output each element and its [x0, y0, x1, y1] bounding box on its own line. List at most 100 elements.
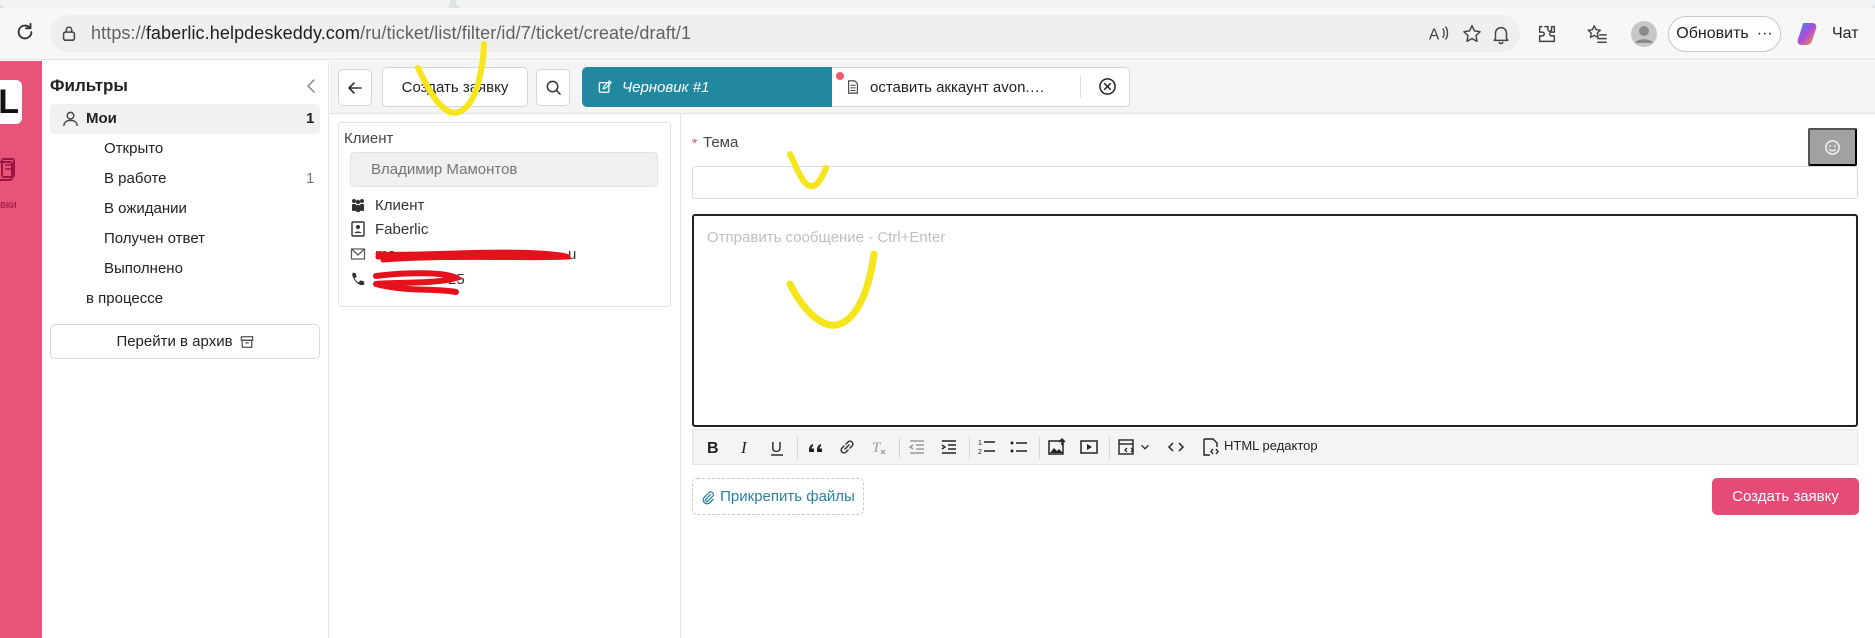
filter-item-done[interactable]: Выполнено — [104, 260, 183, 277]
insert-video-icon[interactable] — [1078, 436, 1100, 458]
source-code-icon[interactable] — [1165, 436, 1187, 458]
document-icon — [846, 79, 860, 95]
tab-other-ticket[interactable]: оставить аккаунт avon.… — [832, 67, 1130, 107]
archive-label: Перейти в архив — [116, 333, 233, 350]
clear-format-icon[interactable]: T — [868, 436, 890, 458]
back-button[interactable] — [338, 69, 372, 106]
filter-item-in-work[interactable]: В работе — [104, 170, 167, 187]
link-icon[interactable] — [836, 436, 858, 458]
chevron-down-icon[interactable] — [1138, 436, 1152, 458]
lock-icon[interactable] — [60, 24, 78, 42]
tickets-nav-icon[interactable] — [0, 158, 16, 182]
attach-files-button[interactable]: Прикрепить файлы — [692, 478, 864, 515]
outdent-icon[interactable] — [906, 436, 928, 458]
browser-tab[interactable] — [0, 0, 450, 8]
html-editor-label[interactable]: HTML редактор — [1224, 438, 1318, 453]
create-ticket-submit-button[interactable]: Создать заявку — [1712, 478, 1859, 515]
extensions-icon[interactable] — [1536, 23, 1558, 45]
search-button[interactable] — [536, 69, 570, 106]
svg-text:B: B — [707, 440, 719, 457]
close-circle-icon[interactable] — [1098, 77, 1117, 96]
emoji-button[interactable] — [1808, 128, 1857, 166]
svg-text:1: 1 — [978, 440, 982, 447]
code-view-icon[interactable] — [1116, 436, 1138, 458]
client-select-input[interactable] — [350, 152, 658, 187]
numbered-list-icon[interactable]: 12 — [976, 436, 998, 458]
bell-icon[interactable] — [1490, 23, 1512, 45]
required-marker: * — [692, 135, 698, 151]
url-text[interactable]: https://faberlic.helpdeskeddy.com/ru/tic… — [91, 23, 691, 44]
client-title: Клиент — [344, 130, 394, 147]
logo-text: L — [0, 82, 19, 121]
insert-image-icon[interactable] — [1046, 436, 1068, 458]
tickets-nav-label[interactable]: явки — [0, 199, 17, 211]
filter-item-in-work-count: 1 — [306, 170, 315, 187]
browser-tab[interactable] — [456, 0, 1875, 8]
copilot-icon[interactable] — [1796, 21, 1822, 47]
go-to-archive-button[interactable]: Перейти в архив — [50, 324, 320, 359]
filter-mine-label: Мои — [86, 110, 117, 127]
message-placeholder: Отправить сообщение - Ctrl+Enter — [707, 229, 946, 246]
paperclip-icon — [701, 489, 715, 505]
subject-input[interactable] — [692, 166, 1858, 199]
filter-item-waiting[interactable]: В ожидании — [104, 200, 187, 217]
svg-text:T: T — [872, 440, 882, 456]
filter-item-open[interactable]: Открыто — [104, 140, 163, 157]
toolbar-separator — [1109, 437, 1110, 459]
read-aloud-icon[interactable]: A — [1428, 23, 1450, 45]
url-host: faberlic.helpdeskeddy.com — [145, 23, 361, 43]
chevron-left-icon[interactable] — [304, 78, 320, 94]
more-icon: ··· — [1756, 25, 1773, 42]
smile-icon — [1810, 139, 1855, 156]
svg-text:U: U — [771, 439, 782, 456]
svg-text:A: A — [1429, 27, 1440, 44]
favorites-list-icon[interactable] — [1586, 23, 1608, 45]
app-logo[interactable]: L — [0, 80, 22, 124]
client-email-start: ma — [375, 246, 396, 263]
envelope-icon — [350, 246, 366, 262]
attach-label: Прикрепить файлы — [720, 488, 855, 505]
subject-label: Тема — [703, 134, 739, 151]
toolbar-separator — [969, 437, 970, 459]
update-label: Обновить — [1676, 25, 1749, 42]
toolbar-separator — [797, 437, 798, 459]
filters-title: Фильтры — [50, 76, 128, 95]
filter-mine-count: 1 — [306, 110, 315, 127]
chat-label[interactable]: Чат — [1832, 25, 1859, 43]
user-icon — [62, 110, 79, 127]
toolbar-separator — [899, 437, 900, 459]
arrow-left-icon — [339, 80, 371, 96]
update-browser-button[interactable]: Обновить ··· — [1668, 16, 1781, 52]
phone-icon — [350, 271, 366, 287]
reload-icon[interactable] — [14, 21, 36, 43]
company-card-icon — [350, 221, 366, 237]
url-prefix: https:// — [91, 23, 146, 43]
filter-item-answered[interactable]: Получен ответ — [104, 230, 205, 247]
underline-icon[interactable]: U — [766, 436, 788, 458]
client-panel — [338, 122, 671, 307]
italic-icon[interactable]: I — [734, 436, 756, 458]
bold-icon[interactable]: B — [702, 436, 724, 458]
edit-icon — [598, 80, 612, 94]
browser-tab-strip — [0, 0, 1875, 8]
indent-icon[interactable] — [938, 436, 960, 458]
group-icon — [350, 197, 366, 213]
client-company: Faberlic — [375, 221, 429, 238]
filter-item-in-progress[interactable]: в процессе — [86, 290, 163, 307]
html-editor-icon[interactable] — [1200, 436, 1222, 458]
profile-avatar-icon[interactable] — [1630, 20, 1658, 48]
create-ticket-top-button[interactable]: Создать заявку — [382, 67, 528, 107]
tab-separator — [1080, 76, 1081, 98]
quote-icon[interactable] — [805, 436, 827, 458]
svg-text:I: I — [740, 438, 748, 457]
svg-text:2: 2 — [978, 449, 982, 456]
app-nav-rail — [0, 61, 42, 638]
tab-draft[interactable]: Черновик #1 — [582, 67, 832, 107]
favorite-star-icon[interactable] — [1461, 23, 1483, 45]
bullet-list-icon[interactable] — [1008, 436, 1030, 458]
archive-icon — [240, 335, 254, 349]
client-role: Клиент — [375, 197, 425, 214]
client-phone-end: 25 — [448, 271, 465, 288]
tab-draft-label: Черновик #1 — [622, 78, 710, 96]
unsaved-dot — [836, 72, 844, 80]
